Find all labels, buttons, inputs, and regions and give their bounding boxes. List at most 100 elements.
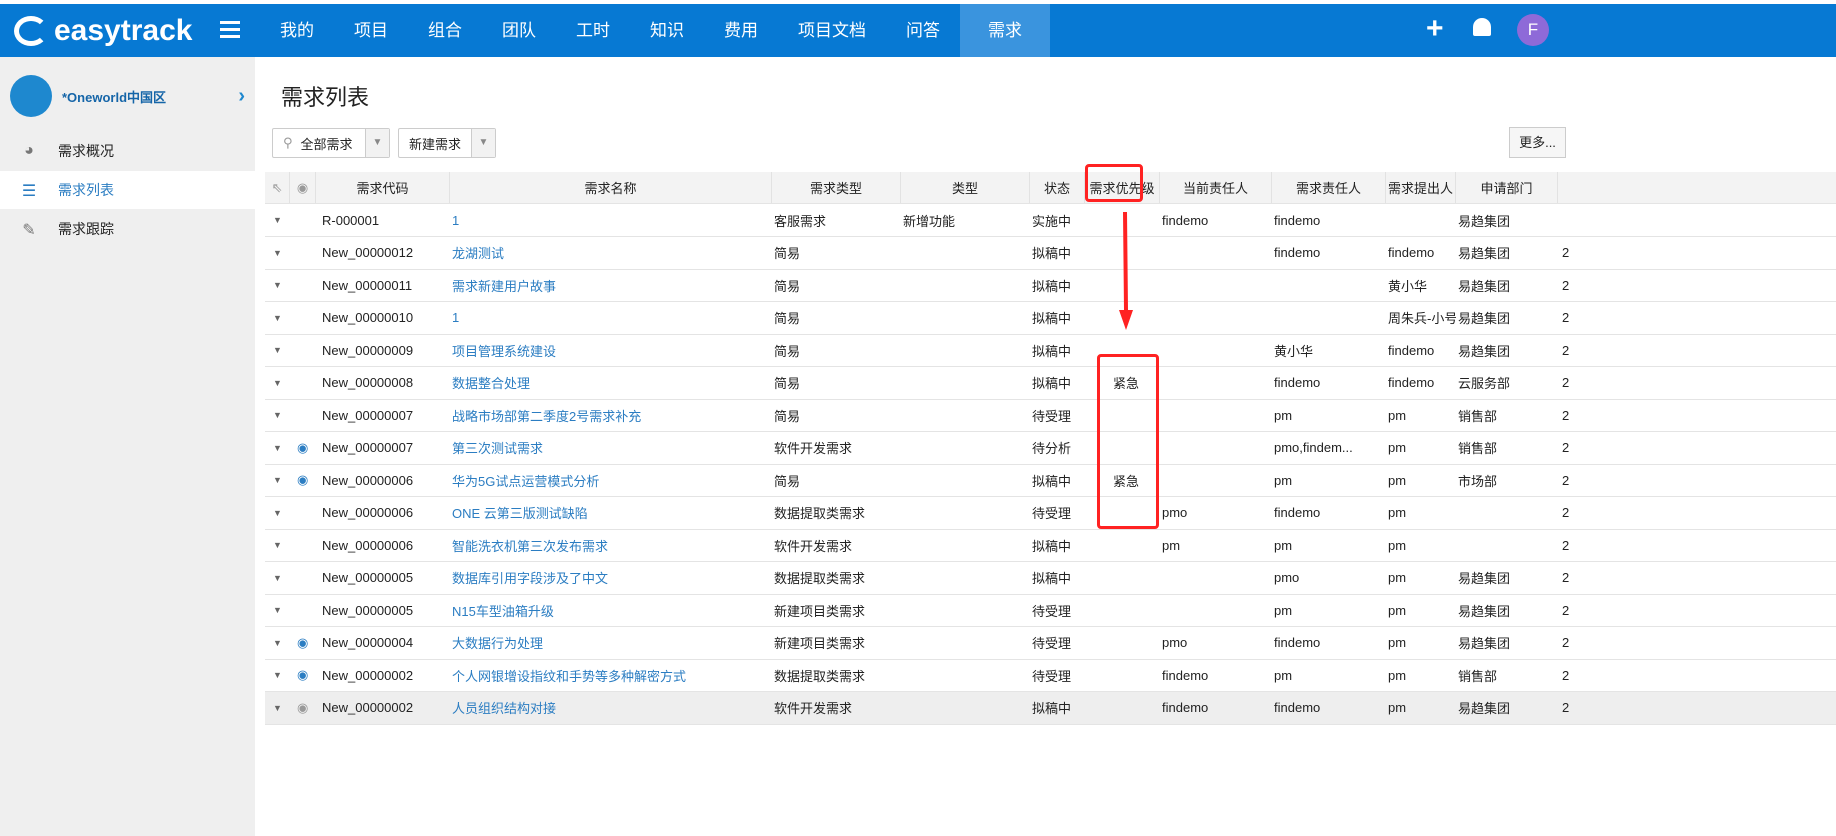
row-menu-icon[interactable]: ▼ (273, 399, 287, 431)
filter-dropdown[interactable]: ⚲ 全部需求 ▼ (272, 128, 390, 158)
row-menu-icon[interactable]: ▼ (273, 659, 287, 691)
table-row[interactable]: ▼ ◉ New_00000002 人员组织结构对接 软件开发需求 拟稿中 findemo fi… (265, 691, 1836, 725)
row-menu-icon[interactable]: ▼ (273, 529, 287, 561)
chevron-down-icon[interactable]: ▼ (365, 129, 389, 157)
row-menu-icon[interactable]: ▼ (273, 692, 287, 724)
nav-item[interactable]: 需求 (960, 4, 1050, 57)
cell-name[interactable]: 华为5G试点运营模式分析 (450, 464, 772, 496)
table-row[interactable]: ▼ R-000001 1 客服需求 新增功能 实施中 findemo findemo 易趋集团 (265, 204, 1836, 237)
eye-icon[interactable]: ◉ (290, 172, 316, 203)
cell-extra: 2 (1562, 277, 1570, 293)
cell-rtype: 简易 (774, 343, 801, 359)
row-menu-icon[interactable]: ▼ (273, 302, 287, 334)
table-row[interactable]: ▼ New_00000011 需求新建用户故事 简易 拟稿中 黄小华 易趋集团 2 (265, 269, 1836, 302)
column-header[interactable]: 当前责任人 (1160, 172, 1272, 203)
cell-name[interactable]: 智能洗衣机第三次发布需求 (450, 529, 772, 561)
cell-dept: 易趋集团 (1458, 246, 1511, 261)
cell-status: 待分析 (1032, 441, 1072, 456)
table-row[interactable]: ▼ New_00000005 N15车型油箱升级 新建项目类需求 待受理 pm pm 易趋集团… (265, 594, 1836, 627)
cell-cur (1160, 334, 1272, 366)
logo[interactable]: easytrack (14, 14, 192, 48)
row-menu-icon[interactable]: ▼ (273, 269, 287, 301)
nav-item[interactable]: 我的 (260, 4, 334, 57)
column-header[interactable]: 需求代码 (316, 172, 450, 203)
column-header[interactable]: 状态 (1030, 172, 1085, 203)
nav-item[interactable]: 组合 (408, 4, 482, 57)
nav-item[interactable]: 知识 (630, 4, 704, 57)
nav-item[interactable]: 费用 (704, 4, 778, 57)
nav-item[interactable]: 项目文档 (778, 4, 886, 57)
add-icon[interactable]: + (1426, 12, 1444, 46)
cell-name[interactable]: 个人网银增设指纹和手势等多种解密方式 (450, 659, 772, 691)
table-row[interactable]: ▼ New_00000008 数据整合处理 简易 拟稿中 紧急 findemo findemo… (265, 367, 1836, 400)
nav-item[interactable]: 团队 (482, 4, 556, 57)
row-menu-icon[interactable]: ▼ (273, 204, 287, 236)
row-menu-icon[interactable]: ▼ (273, 627, 287, 659)
column-header[interactable]: 需求责任人 (1272, 172, 1386, 203)
table-row[interactable]: ▼ New_00000006 ONE 云第三版测试缺陷 数据提取类需求 待受理 pmo fi… (265, 497, 1836, 530)
cell-name[interactable]: 战略市场部第二季度2号需求补充 (450, 399, 772, 431)
chevron-down-icon[interactable]: ▼ (471, 129, 495, 157)
cell-dept (1456, 529, 1558, 561)
sidebar-item-overview[interactable]: ◕ 需求概况 (0, 132, 255, 170)
cell-proposer: findemo (1388, 342, 1435, 358)
select-cursor-icon[interactable]: ⇖ (265, 172, 290, 203)
row-menu-icon[interactable]: ▼ (273, 237, 287, 269)
eye-icon[interactable]: ◉ (297, 659, 317, 691)
cell-dept: 易趋集团 (1458, 603, 1511, 619)
cell-name[interactable]: 人员组织结构对接 (450, 692, 772, 724)
row-menu-icon[interactable]: ▼ (273, 464, 287, 496)
nav-item[interactable]: 工时 (556, 4, 630, 57)
eye-icon[interactable]: ◉ (297, 432, 317, 464)
table-row[interactable]: ▼ ◉ New_00000007 第三次测试需求 软件开发需求 待分析 pmo,findem… (265, 432, 1836, 465)
eye-icon[interactable]: ◉ (297, 627, 317, 659)
hamburger-menu-icon[interactable] (220, 21, 240, 42)
cell-name[interactable]: 第三次测试需求 (450, 432, 772, 464)
user-avatar[interactable]: F (1517, 14, 1549, 46)
cell-proposer: findemo (1388, 245, 1435, 260)
new-requirement-dropdown[interactable]: 新建需求 ▼ (398, 128, 496, 158)
row-menu-icon[interactable]: ▼ (273, 334, 287, 366)
cell-name[interactable]: 大数据行为处理 (450, 627, 772, 659)
column-header[interactable]: 需求提出人 (1386, 172, 1456, 203)
column-header[interactable]: 需求类型 (772, 172, 901, 203)
table-row[interactable]: ▼ New_00000012 龙湖测试 简易 拟稿中 findemo findemo 易趋集团… (265, 237, 1836, 270)
nav-item[interactable]: 项目 (334, 4, 408, 57)
cell-proposer: pm (1388, 505, 1407, 520)
row-menu-icon[interactable]: ▼ (273, 432, 287, 464)
row-menu-icon[interactable]: ▼ (273, 497, 287, 529)
table-row[interactable]: ▼ ◉ New_00000004 大数据行为处理 新建项目类需求 待受理 pmo findem… (265, 627, 1836, 660)
cell-name[interactable]: 龙湖测试 (450, 237, 772, 269)
row-menu-icon[interactable]: ▼ (273, 594, 287, 626)
table-row[interactable]: ▼ New_00000009 项目管理系统建设 简易 拟稿中 黄小华 findemo 易趋集团… (265, 334, 1836, 367)
eye-icon[interactable]: ◉ (297, 692, 317, 724)
table-row[interactable]: ▼ New_00000007 战略市场部第二季度2号需求补充 简易 待受理 pm pm 销售部… (265, 399, 1836, 432)
cell-name[interactable]: ONE 云第三版测试缺陷 (450, 497, 772, 529)
table-row[interactable]: ▼ ◉ New_00000002 个人网银增设指纹和手势等多种解密方式 数据提取类需求 待… (265, 659, 1836, 692)
nav-item[interactable]: 问答 (886, 4, 960, 57)
more-button[interactable]: 更多... (1509, 127, 1566, 158)
eye-icon[interactable]: ◉ (297, 464, 317, 496)
column-header[interactable]: 申请部门 (1456, 172, 1558, 203)
table-row[interactable]: ▼ New_00000005 数据库引用字段涉及了中文 数据提取类需求 拟稿中 pmo pm… (265, 562, 1836, 595)
sidebar-item-tracking[interactable]: ✎ 需求跟踪 (0, 210, 255, 248)
cell-name[interactable]: 1 (450, 302, 772, 334)
sidebar-item-list[interactable]: ☰ 需求列表 (0, 171, 255, 209)
cell-name[interactable]: 需求新建用户故事 (450, 269, 772, 301)
cell-owner: pm (1274, 602, 1293, 618)
cell-name[interactable]: 数据整合处理 (450, 367, 772, 399)
cell-name[interactable]: N15车型油箱升级 (450, 594, 772, 626)
column-header[interactable]: 类型 (901, 172, 1030, 203)
row-menu-icon[interactable]: ▼ (273, 367, 287, 399)
cell-name[interactable]: 1 (450, 204, 772, 236)
row-menu-icon[interactable]: ▼ (273, 562, 287, 594)
column-header[interactable]: 需求名称 (450, 172, 772, 203)
table-row[interactable]: ▼ New_00000010 1 简易 拟稿中 周朱兵-小号 易趋集团 2 (265, 302, 1836, 335)
cell-name[interactable]: 项目管理系统建设 (450, 334, 772, 366)
table-row[interactable]: ▼ ◉ New_00000006 华为5G试点运营模式分析 简易 拟稿中 紧急 pm pm 市场部… (265, 464, 1836, 497)
bell-icon[interactable] (1473, 18, 1491, 36)
table-row[interactable]: ▼ New_00000006 智能洗衣机第三次发布需求 软件开发需求 拟稿中 pm pm pm… (265, 529, 1836, 562)
project-selector[interactable]: *Oneworld中国区 › (10, 75, 245, 117)
cell-name[interactable]: 数据库引用字段涉及了中文 (450, 562, 772, 594)
cell-extra: 2 (1562, 505, 1570, 520)
